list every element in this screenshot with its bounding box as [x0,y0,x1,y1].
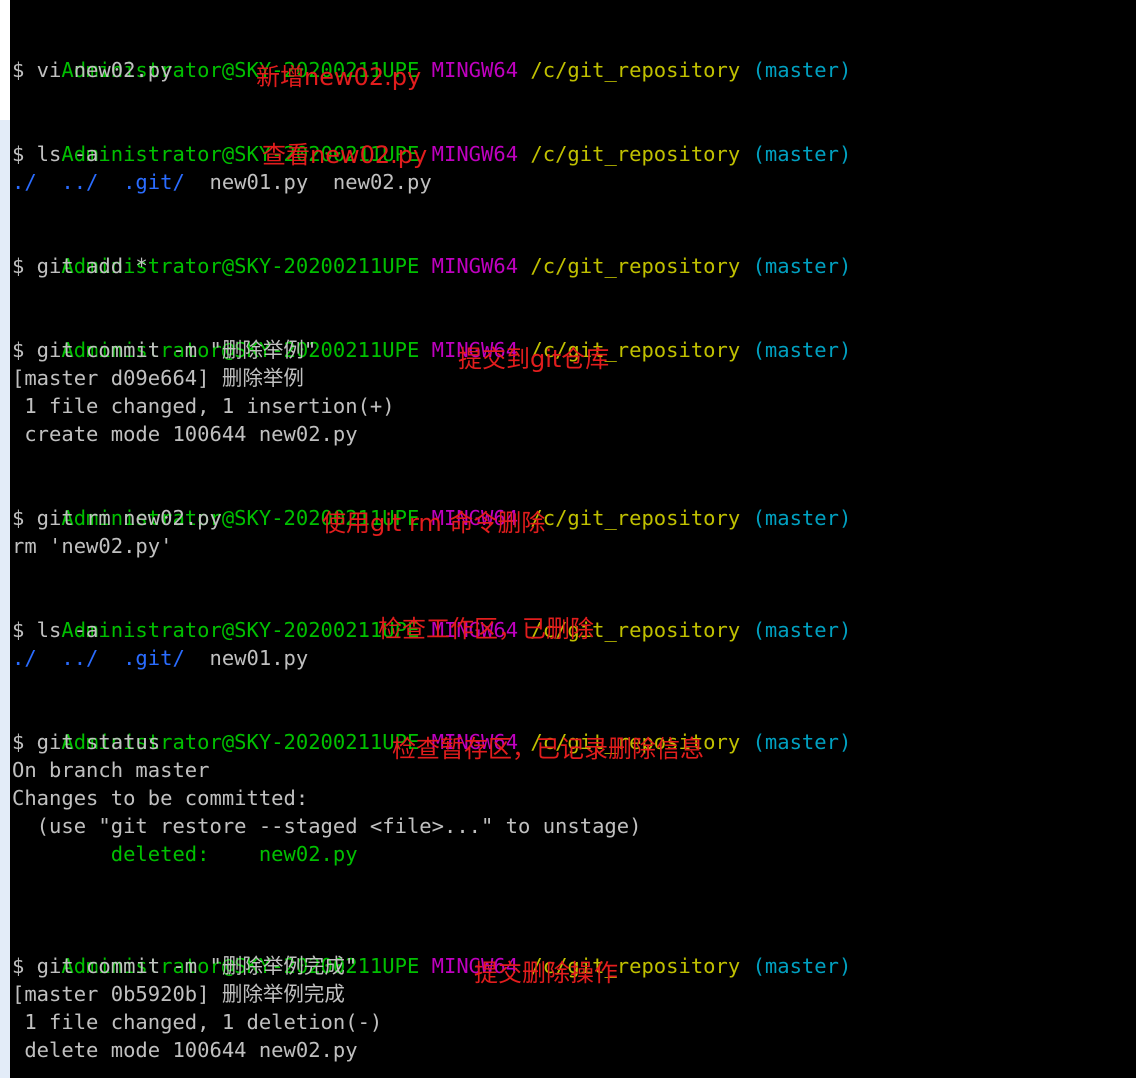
prompt-line: Administrator@SKY-20200211UPE MINGW64 /c… [12,224,851,278]
annotation: 提交删除操作 [474,959,618,987]
command-line: $ git rm new02.py [12,506,222,530]
command-line: $ git commit -m "删除举例" [12,338,317,362]
deleted-label: deleted: [12,842,259,866]
dir-entry: .git/ [123,646,185,670]
output-line: (use "git restore --staged <file>..." to… [12,814,642,838]
file-entries: new01.py [209,646,309,670]
prompt-line: Administrator@SKY-20200211UPE MINGW64 /c… [12,308,851,362]
annotation: 检查暂存区，已记录删除信息 [392,735,704,763]
prompt-line: Administrator@SKY-20200211UPE MINGW64 /c… [12,476,851,530]
prompt-line: Administrator@SKY-20200211UPE MINGW64 /c… [12,924,851,978]
prompt-branch: (master) [752,254,852,278]
prompt-branch: (master) [752,506,852,530]
output-line: Changes to be committed: [12,786,309,810]
prompt-path: /c/git_repository [530,506,741,530]
command-line: $ git status [12,730,161,754]
output-line: 1 file changed, 1 deletion(-) [12,1010,383,1034]
command-line: $ ls -a [12,618,99,642]
annotation: 提交到git仓库 [458,345,610,373]
prompt-path: /c/git_repository [530,58,741,82]
prompt-user-host: Administrator@SKY-20200211UPE [61,618,420,642]
prompt-path: /c/git_repository [530,142,741,166]
prompt-shell: MINGW64 [431,58,519,82]
window-left-edge [0,0,10,1078]
prompt-branch: (master) [752,142,852,166]
prompt-line: Administrator@SKY-20200211UPE MINGW64 /c… [12,700,851,754]
prompt-branch: (master) [752,618,852,642]
annotation: 检查工作区，已删除 [378,615,594,643]
deleted-file: new02.py [258,842,358,866]
prompt-line: Administrator@SKY-20200211UPE MINGW64 /c… [12,112,851,166]
edge-accent [0,0,10,1078]
annotation: 查看new02.py [262,141,428,169]
output-line: [master 0b5920b] 删除举例完成 [12,982,345,1006]
command-line: $ git add * [12,254,148,278]
output-line: create mode 100644 new02.py [12,422,358,446]
deleted-line: deleted: new02.py [12,840,358,868]
listing-line: ./ ../ .git/ new01.py new02.py [12,168,432,196]
command-line: $ git commit -m "删除举例完成" [12,954,358,978]
prompt-branch: (master) [752,338,852,362]
dir-entry: ./ [12,646,37,670]
prompt-line: Administrator@SKY-20200211UPE MINGW64 /c… [12,28,851,82]
dir-entry: .git/ [123,170,185,194]
prompt-path: /c/git_repository [530,254,741,278]
annotation: 新增new02.py [256,63,422,91]
output-line: 1 file changed, 1 insertion(+) [12,394,395,418]
prompt-branch: (master) [752,954,852,978]
prompt-shell: MINGW64 [431,142,519,166]
listing-line: ./ ../ .git/ new01.py [12,644,308,672]
output-line: delete mode 100644 new02.py [12,1038,358,1062]
annotation: 使用git rm 命令删除 [322,509,546,537]
command-line: $ ls -a [12,142,99,166]
prompt-branch: (master) [752,730,852,754]
output-line: rm 'new02.py' [12,534,173,558]
dir-entry: ../ [61,646,99,670]
prompt-branch: (master) [752,58,852,82]
output-line: [master d09e664] 删除举例 [12,366,304,390]
terminal-window[interactable]: Administrator@SKY-20200211UPE MINGW64 /c… [10,0,1136,1078]
prompt-shell: MINGW64 [431,254,519,278]
file-entries: new01.py new02.py [209,170,432,194]
command-line: $ vi new02.py [12,58,173,82]
output-line: On branch master [12,758,210,782]
dir-entry: ./ [12,170,37,194]
dir-entry: ../ [61,170,99,194]
